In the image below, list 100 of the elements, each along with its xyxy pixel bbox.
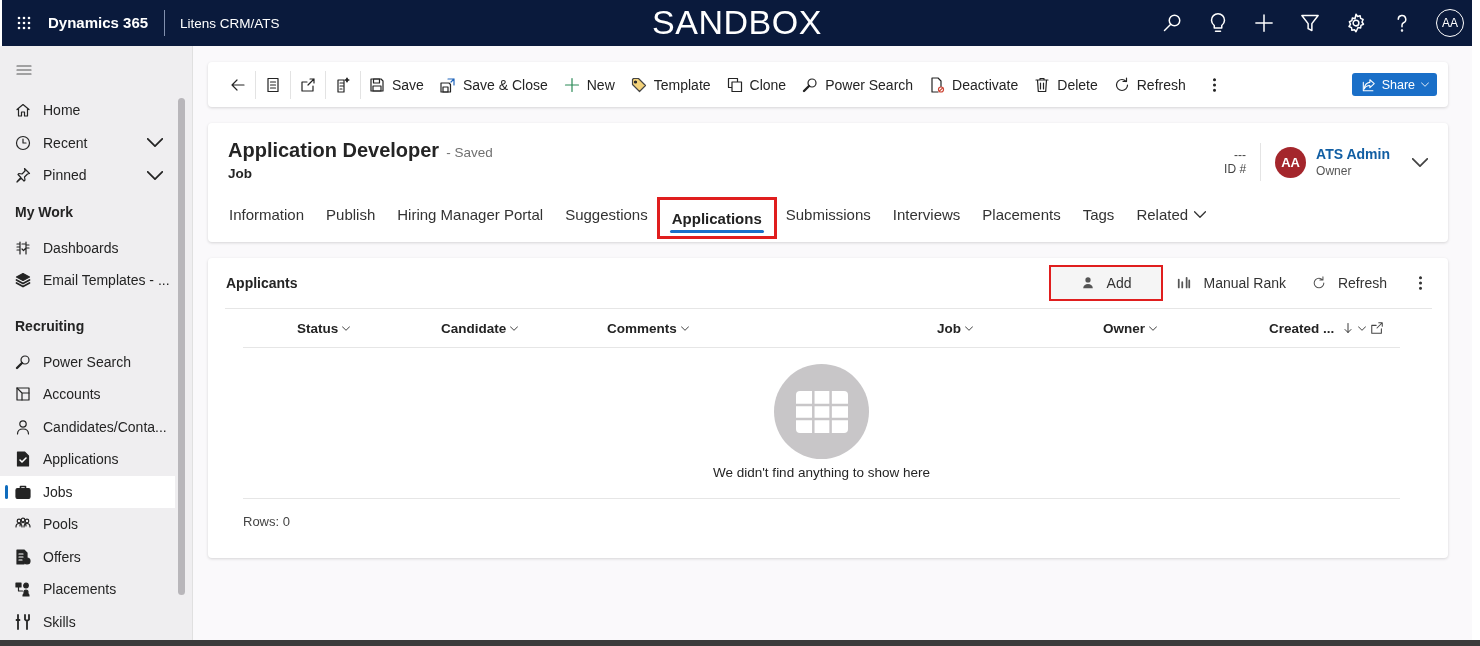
tab[interactable]: Submissions [774,195,882,233]
column-header[interactable]: Created ... [1269,320,1367,336]
plus-icon [1254,13,1274,33]
save-close-icon [439,76,456,93]
tab[interactable]: Hiring Manager Portal [386,195,555,233]
sidebar-item[interactable]: Home [0,94,175,127]
sidebar-item[interactable]: Power Search [0,345,175,378]
share-button[interactable]: Share [1351,73,1437,96]
tab[interactable]: Tags [1071,195,1126,233]
document-icon [15,548,31,565]
search-button[interactable] [1162,13,1182,33]
settings-icon [1346,13,1366,33]
section-title: Recruiting [15,317,85,334]
pop-out-icon [1370,321,1384,335]
command-button[interactable]: Deactivate [921,68,1027,101]
tab[interactable]: Placements [971,195,1072,233]
sidebar-item[interactable]: Jobs [0,475,175,508]
person-icon [1080,276,1095,290]
filter-button[interactable] [1300,13,1320,33]
entity-name: Job [228,166,252,181]
home-icon [15,102,31,119]
command-button[interactable]: Manual Rank [1167,267,1296,299]
app-launcher-button[interactable] [16,15,32,31]
ideas-button[interactable] [1208,13,1228,33]
chevron-down-icon [1421,82,1429,87]
sidebar-item[interactable]: Email Templates - ... [0,264,175,297]
command-button[interactable]: Template [622,68,719,101]
owner-avatar: AA [1275,146,1307,178]
command-button[interactable]: Clone [718,68,795,101]
chevron-down-icon [1149,325,1157,331]
tag-icon [630,76,647,93]
chevron-down-icon [1358,325,1367,331]
building-icon [15,386,31,403]
dashboard-icon [15,239,31,256]
checked-document-icon [15,451,31,468]
command-button[interactable]: Save [361,68,432,101]
settings-button[interactable] [1346,13,1366,33]
save-icon [369,76,385,93]
refresh-icon [1311,276,1326,290]
person-icon [15,418,31,435]
share-icon [1361,77,1376,92]
new-button[interactable] [1254,13,1274,33]
column-header[interactable]: Candidate [441,320,519,336]
more-icon [1212,76,1216,93]
chevron-down-icon [342,325,351,331]
tab[interactable]: Suggestions [554,195,659,233]
sidebar-item[interactable]: Recent [0,126,175,159]
command-button[interactable]: Save & Close [431,68,556,101]
chevron-down-icon [965,325,973,331]
scrollbar[interactable] [178,98,185,595]
sidebar-item[interactable]: Dashboards [0,231,175,264]
expand-header-button[interactable] [1412,157,1428,167]
trash-icon [1034,76,1051,93]
search-icon [15,353,31,370]
column-header[interactable]: Owner [1103,320,1157,336]
owner-link[interactable]: ATS Admin [1316,146,1390,162]
environment-label: SANDBOX [652,3,822,42]
tab[interactable]: Related [1125,195,1218,233]
filter-icon [1300,13,1320,33]
column-header[interactable]: Comments [607,320,689,336]
command-button[interactable]: Add [1050,267,1162,299]
command-button[interactable]: Refresh [1105,68,1194,101]
layers-icon [15,272,31,289]
command-button[interactable]: Delete [1026,68,1106,101]
owner-label: Owner [1316,164,1353,178]
sidebar-item[interactable]: Pinned [0,159,175,192]
tab[interactable]: Applications [658,199,775,237]
org-chart-icon [15,581,31,598]
save-status: - Saved [446,145,493,160]
bar-chart-icon [1177,276,1192,290]
command-button[interactable]: Power Search [794,68,922,101]
clock-icon [15,134,31,151]
lightbulb-icon [1208,13,1228,33]
chevron-down-icon [680,325,689,331]
sidebar-item[interactable]: Applications [0,443,175,476]
sidebar-item[interactable]: Pools [0,508,175,541]
briefcase-icon [15,483,31,500]
record-title: Application Developer [228,139,440,161]
column-header[interactable]: Job [937,320,973,336]
id-label: ID # [1224,162,1247,176]
pop-out-icon [300,76,316,93]
column-header[interactable]: Status [297,320,351,336]
sidebar-item[interactable]: Skills [0,605,175,638]
document-blocked-icon [929,76,946,93]
sidebar-item[interactable]: Placements [0,573,175,606]
sidebar-item[interactable]: Offers [0,540,175,573]
subgrid-title: Applicants [226,275,298,291]
command-button[interactable]: Refresh [1301,267,1397,299]
command-button[interactable]: New [555,68,623,101]
tab[interactable]: Publish [315,195,387,233]
app-area-name[interactable]: Litens CRM/ATS [180,15,280,31]
tab[interactable]: Information [218,195,316,233]
chevron-down-icon [1194,210,1207,218]
sidebar-item[interactable]: Accounts [0,378,175,411]
app-name[interactable]: Dynamics 365 [48,10,166,36]
chevron-down-icon [1412,157,1428,167]
tab[interactable]: Interviews [881,195,972,233]
sidebar-item[interactable]: Candidates/Conta... [0,410,175,443]
waffle-icon [16,15,32,31]
row-count: Rows: 0 [243,514,290,529]
